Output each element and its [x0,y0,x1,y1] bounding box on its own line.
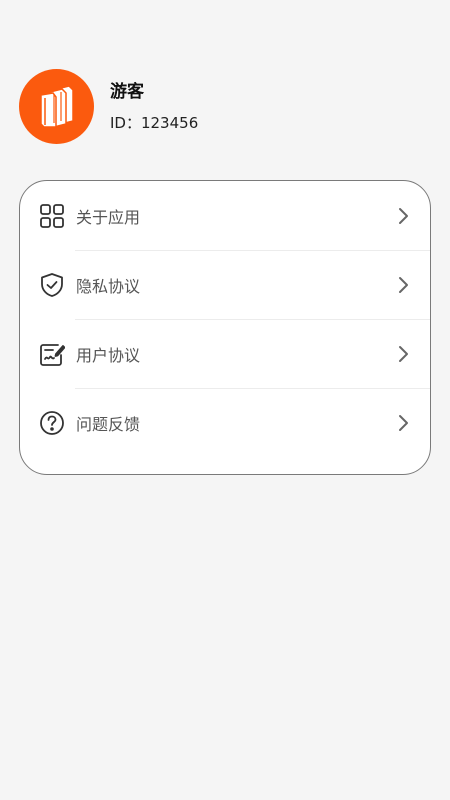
chevron-right-icon [399,207,408,224]
document-sign-icon [39,341,65,367]
profile-text: 游客 ID：123456 [110,81,198,133]
user-name: 游客 [110,81,144,102]
question-circle-icon [39,410,65,436]
user-profile-header: 游客 ID：123456 [19,69,198,144]
chevron-right-icon [399,345,408,362]
chevron-right-icon [399,414,408,431]
menu-item-about-app[interactable]: 关于应用 [20,181,430,250]
profile-page: 游客 ID：123456 关于应用 隐私协议 用户协议 问题反馈 [0,0,450,800]
shield-check-icon [39,272,65,298]
apps-grid-icon [39,203,65,229]
menu-item-feedback[interactable]: 问题反馈 [20,388,430,457]
menu-item-privacy-policy[interactable]: 隐私协议 [20,250,430,319]
avatar[interactable] [19,69,94,144]
menu-item-label: 隐私协议 [76,276,141,296]
books-icon [39,84,74,128]
menu-item-label: 用户协议 [76,345,141,365]
settings-menu-card: 关于应用 隐私协议 用户协议 问题反馈 [19,180,431,475]
user-id: ID：123456 [110,113,199,132]
menu-item-label: 关于应用 [76,207,141,227]
menu-item-user-agreement[interactable]: 用户协议 [20,319,430,388]
menu-item-label: 问题反馈 [76,414,141,434]
chevron-right-icon [399,276,408,293]
